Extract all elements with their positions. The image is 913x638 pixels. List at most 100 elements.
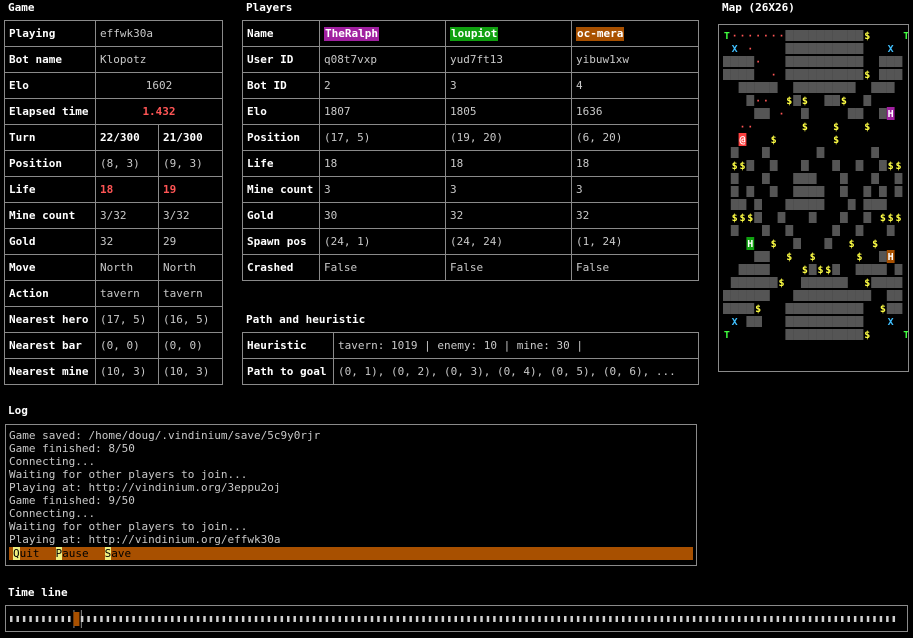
timeline-tick[interactable]: [216, 616, 219, 622]
timeline-tick[interactable]: [879, 616, 883, 622]
timeline-tick[interactable]: [783, 616, 786, 622]
timeline-tick[interactable]: [280, 616, 284, 622]
timeline-tick[interactable]: [261, 616, 264, 622]
timeline-tick[interactable]: [338, 616, 342, 622]
timeline-tick[interactable]: [873, 616, 876, 622]
timeline-tick[interactable]: [177, 616, 180, 622]
timeline-tick[interactable]: [274, 616, 277, 622]
timeline-tick[interactable]: [364, 616, 367, 622]
timeline-tick[interactable]: [718, 616, 722, 622]
log-panel[interactable]: Game saved: /home/doug/.vindinium/save/5…: [5, 424, 697, 566]
timeline-tick[interactable]: [776, 616, 780, 622]
timeline-tick[interactable]: [390, 616, 393, 622]
timeline-tick[interactable]: [679, 616, 683, 622]
timeline-tick[interactable]: [248, 616, 251, 622]
timeline-tick[interactable]: [538, 616, 541, 622]
timeline-tick[interactable]: [686, 616, 689, 622]
timeline-tick[interactable]: [454, 616, 458, 622]
timeline-tick[interactable]: [480, 616, 483, 622]
timeline-tick[interactable]: [531, 616, 535, 622]
timeline-tick[interactable]: [564, 616, 567, 622]
timeline-tick[interactable]: [428, 616, 432, 622]
timeline-tick[interactable]: [808, 616, 812, 622]
timeline-tick[interactable]: [628, 616, 631, 622]
timeline-tick[interactable]: [737, 616, 741, 622]
timeline-tick[interactable]: [570, 616, 573, 622]
timeline-tick[interactable]: [241, 616, 245, 622]
timeline-tick[interactable]: [119, 616, 123, 622]
timeline-tick[interactable]: [183, 616, 187, 622]
timeline-tick[interactable]: [306, 616, 309, 622]
timeline-tick[interactable]: [847, 616, 850, 622]
timeline-tick[interactable]: [422, 616, 425, 622]
timeline-tick[interactable]: [821, 616, 825, 622]
timeline-tick[interactable]: [402, 616, 406, 622]
timeline-tick[interactable]: [42, 616, 45, 622]
timeline-tick[interactable]: [705, 616, 709, 622]
timeline-tick[interactable]: [357, 616, 361, 622]
timeline-tick[interactable]: [654, 616, 657, 622]
timeline-tick[interactable]: [55, 616, 58, 622]
timeline-tick[interactable]: [596, 616, 599, 622]
timeline-tick[interactable]: [441, 616, 445, 622]
timeline-tick[interactable]: [190, 616, 193, 622]
timeline-tick[interactable]: [763, 616, 767, 622]
timeline-tick[interactable]: [100, 616, 103, 622]
timeline-tick[interactable]: [557, 616, 561, 622]
timeline-tick[interactable]: [80, 616, 84, 622]
timeline-tick[interactable]: [138, 616, 142, 622]
timeline-tick[interactable]: [493, 616, 496, 622]
timeline-tick[interactable]: [209, 616, 213, 622]
timeline-tick[interactable]: [512, 616, 515, 622]
timeline-tick[interactable]: [254, 616, 258, 622]
timeline-tick[interactable]: [164, 616, 168, 622]
timeline-tick[interactable]: [892, 616, 896, 622]
timeline-tick[interactable]: [16, 616, 19, 622]
timeline-tick[interactable]: [132, 616, 135, 622]
timeline-tick[interactable]: [712, 616, 715, 622]
timeline-tick[interactable]: [48, 616, 52, 622]
timeline-tick[interactable]: [544, 616, 548, 622]
timeline-tick[interactable]: [409, 616, 412, 622]
timeline-tick[interactable]: [448, 616, 451, 622]
timeline-tick[interactable]: [647, 616, 651, 622]
timeline-tick[interactable]: [196, 616, 200, 622]
timeline-tick[interactable]: [222, 616, 226, 622]
timeline-tick[interactable]: [351, 616, 354, 622]
timeline-tick[interactable]: [486, 616, 490, 622]
timeline-tick[interactable]: [370, 616, 374, 622]
timeline[interactable]: [5, 605, 908, 632]
timeline-tick[interactable]: [332, 616, 335, 622]
timeline-tick[interactable]: [293, 616, 296, 622]
timeline-tick[interactable]: [203, 616, 206, 622]
timeline-tick[interactable]: [67, 616, 71, 622]
timeline-tick[interactable]: [287, 616, 290, 622]
timeline-tick[interactable]: [10, 616, 13, 622]
timeline-tick[interactable]: [589, 616, 593, 622]
timeline-tick[interactable]: [699, 616, 702, 622]
timeline-tick[interactable]: [499, 616, 503, 622]
timeline-tick[interactable]: [725, 616, 728, 622]
timeline-tick[interactable]: [151, 616, 155, 622]
timeline-tick[interactable]: [770, 616, 773, 622]
timeline-tick[interactable]: [125, 616, 129, 622]
timeline-tick[interactable]: [377, 616, 380, 622]
timeline-tick[interactable]: [435, 616, 438, 622]
timeline-tick[interactable]: [621, 616, 625, 622]
timeline-tick[interactable]: [158, 616, 161, 622]
timeline-current-marker[interactable]: [73, 612, 80, 626]
timeline-track[interactable]: [6, 606, 907, 631]
timeline-tick[interactable]: [344, 616, 348, 622]
timeline-tick[interactable]: [886, 616, 889, 622]
timeline-tick[interactable]: [22, 616, 26, 622]
timeline-tick[interactable]: [667, 616, 670, 622]
timeline-tick[interactable]: [106, 616, 110, 622]
timeline-tick[interactable]: [744, 616, 747, 622]
timeline-tick[interactable]: [795, 616, 799, 622]
timeline-tick[interactable]: [692, 616, 696, 622]
timeline-tick[interactable]: [312, 616, 316, 622]
timeline-tick[interactable]: [860, 616, 863, 622]
timeline-tick[interactable]: [641, 616, 644, 622]
timeline-tick[interactable]: [731, 616, 735, 622]
timeline-tick[interactable]: [473, 616, 477, 622]
